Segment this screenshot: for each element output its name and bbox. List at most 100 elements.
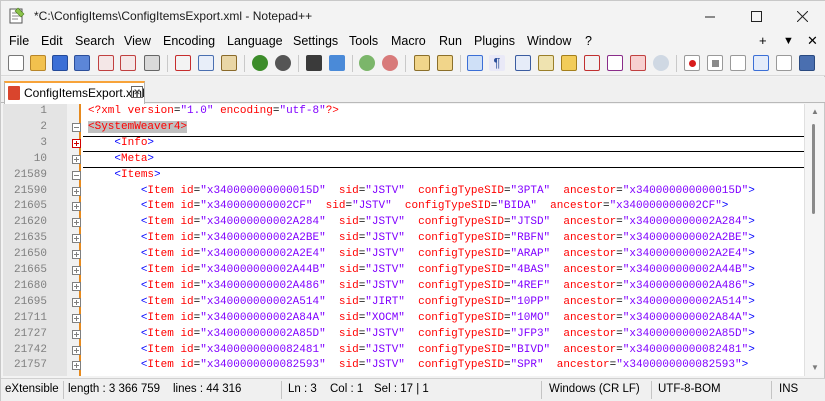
menu-settings[interactable]: Settings (293, 34, 338, 48)
notepadpp-app-icon (9, 7, 25, 24)
code-line[interactable]: 21742 <Item id="x3400000000082481" sid="… (3, 343, 804, 359)
toolbar-separator (676, 55, 677, 72)
sync-vertical-icon[interactable] (414, 55, 430, 71)
fold-collapse-icon[interactable] (72, 122, 81, 132)
scroll-down-arrow-icon[interactable]: ▼ (811, 363, 819, 372)
undo-icon[interactable] (252, 55, 268, 71)
new-tab-plus-icon[interactable]: + (759, 33, 767, 48)
function-list-icon[interactable] (584, 55, 600, 71)
code-line[interactable]: 21650 <Item id="x340000000002A2E4" sid="… (3, 247, 804, 263)
sync-horizontal-icon[interactable] (437, 55, 453, 71)
save-all-icon[interactable] (74, 55, 90, 71)
menu-edit[interactable]: Edit (41, 34, 63, 48)
play-macro-icon[interactable] (730, 55, 746, 71)
fold-expand-icon[interactable] (72, 250, 81, 260)
record-macro-icon[interactable] (684, 55, 700, 71)
menu-run[interactable]: Run (439, 34, 462, 48)
fold-expand-icon[interactable] (72, 186, 81, 196)
close-all-icon[interactable] (120, 55, 136, 71)
abc-spell-check-icon[interactable] (799, 55, 815, 71)
fold-expand-icon[interactable] (72, 297, 81, 307)
editor-area[interactable]: 1 <?xml version="1.0" encoding="utf-8"?> 2… (3, 104, 804, 376)
status-encoding[interactable]: UTF-8-BOM (658, 383, 721, 395)
zoom-out-icon[interactable] (382, 55, 398, 71)
line-text: <Info> (114, 136, 155, 149)
close-file-icon[interactable] (98, 55, 114, 71)
open-file-icon[interactable] (30, 55, 46, 71)
code-line[interactable]: 21589 <Items> (3, 168, 804, 184)
close-document-icon[interactable]: ✕ (807, 33, 818, 49)
menu-plugins[interactable]: Plugins (474, 34, 515, 48)
close-window-button[interactable] (779, 1, 825, 32)
paste-icon[interactable] (221, 55, 237, 71)
fold-collapse-icon[interactable] (72, 170, 81, 180)
minimize-button[interactable] (687, 1, 733, 32)
vertical-scrollbar[interactable]: ▲ ▼ (804, 104, 824, 376)
menu-language[interactable]: Language (227, 34, 283, 48)
fold-expand-icon[interactable] (72, 138, 81, 148)
copy-icon[interactable] (198, 55, 214, 71)
tab-list-dropdown-icon[interactable]: ▼ (783, 35, 794, 47)
maximize-button[interactable] (733, 1, 779, 32)
monitoring-icon[interactable] (653, 55, 669, 71)
document-map-icon[interactable] (561, 55, 577, 71)
line-text: <Item id="x340000000002A85D" sid="JSTV" … (140, 327, 755, 340)
redo-icon[interactable] (275, 55, 291, 71)
fold-expand-icon[interactable] (72, 329, 81, 339)
code-line[interactable]: 21665 <Item id="x340000000002A44B" sid="… (3, 263, 804, 279)
code-line[interactable]: 21635 <Item id="x340000000002A2BE" sid="… (3, 231, 804, 247)
fold-expand-icon[interactable] (72, 361, 81, 371)
menu-window[interactable]: Window (527, 34, 571, 48)
status-eol[interactable]: Windows (CR LF) (549, 383, 640, 395)
scroll-up-arrow-icon[interactable]: ▲ (811, 107, 819, 116)
menu-search[interactable]: Search (75, 34, 115, 48)
fold-expand-icon[interactable] (72, 345, 81, 355)
cut-icon[interactable] (175, 55, 191, 71)
fold-expand-icon[interactable] (72, 281, 81, 291)
save-icon[interactable] (52, 55, 68, 71)
save-macro-icon[interactable] (776, 55, 792, 71)
find-icon[interactable] (306, 55, 322, 71)
code-line[interactable]: 21727 <Item id="x340000000002A85D" sid="… (3, 327, 804, 343)
zoom-in-icon[interactable] (359, 55, 375, 71)
code-line[interactable]: 21590 <Item id="x340000000000015D" sid="… (3, 184, 804, 200)
show-all-chars-icon[interactable]: ¶ (489, 55, 505, 71)
status-insert-mode[interactable]: INS (779, 383, 798, 395)
print-icon[interactable] (144, 55, 160, 71)
indent-guide-icon[interactable] (515, 55, 531, 71)
run-macro-multiple-icon[interactable] (753, 55, 769, 71)
folder-workspace-icon[interactable] (607, 55, 623, 71)
fold-expand-icon[interactable] (72, 234, 81, 244)
code-line[interactable]: 21695 <Item id="x340000000002A514" sid="… (3, 295, 804, 311)
fold-expand-icon[interactable] (72, 218, 81, 228)
code-line[interactable]: 10 <Meta> (3, 152, 804, 168)
code-line[interactable]: 21620 <Item id="x340000000002A284" sid="… (3, 215, 804, 231)
fold-expand-icon[interactable] (72, 154, 81, 164)
code-line[interactable]: 2 <SystemWeaver4> (3, 120, 804, 136)
menu-macro[interactable]: Macro (391, 34, 426, 48)
new-file-icon[interactable] (8, 55, 24, 71)
stop-macro-icon[interactable] (707, 55, 723, 71)
tab-close-icon[interactable]: ✕ (131, 86, 143, 98)
menu-file[interactable]: File (9, 34, 29, 48)
fold-expand-icon[interactable] (72, 313, 81, 323)
fold-expand-icon[interactable] (72, 266, 81, 275)
replace-icon[interactable] (329, 55, 345, 71)
define-language-icon[interactable] (538, 55, 554, 71)
code-line[interactable]: 21757 <Item id="x3400000000082593" sid="… (3, 358, 804, 374)
code-line[interactable]: 1 <?xml version="1.0" encoding="utf-8"?> (3, 104, 804, 120)
project-panel-icon[interactable] (630, 55, 646, 71)
menu-tools[interactable]: Tools (349, 34, 378, 48)
code-line[interactable]: 21711 <Item id="x340000000002A84A" sid="… (3, 311, 804, 327)
fold-expand-icon[interactable] (72, 202, 81, 212)
code-line[interactable]: 21605 <Item id="x340000000002CF" sid="JS… (3, 199, 804, 215)
menu-help[interactable]: ? (585, 34, 592, 48)
scrollbar-thumb[interactable] (812, 124, 815, 214)
code-line[interactable]: 21680 <Item id="x340000000002A486" sid="… (3, 279, 804, 295)
menu-encoding[interactable]: Encoding (163, 34, 215, 48)
code-line[interactable]: 3 <Info> (3, 136, 804, 152)
tab-configitemsexport[interactable]: ConfigItemsExport.xml ✕ (4, 81, 145, 104)
menu-view[interactable]: View (124, 34, 151, 48)
word-wrap-icon[interactable] (467, 55, 483, 71)
toolbar-separator (244, 55, 245, 72)
